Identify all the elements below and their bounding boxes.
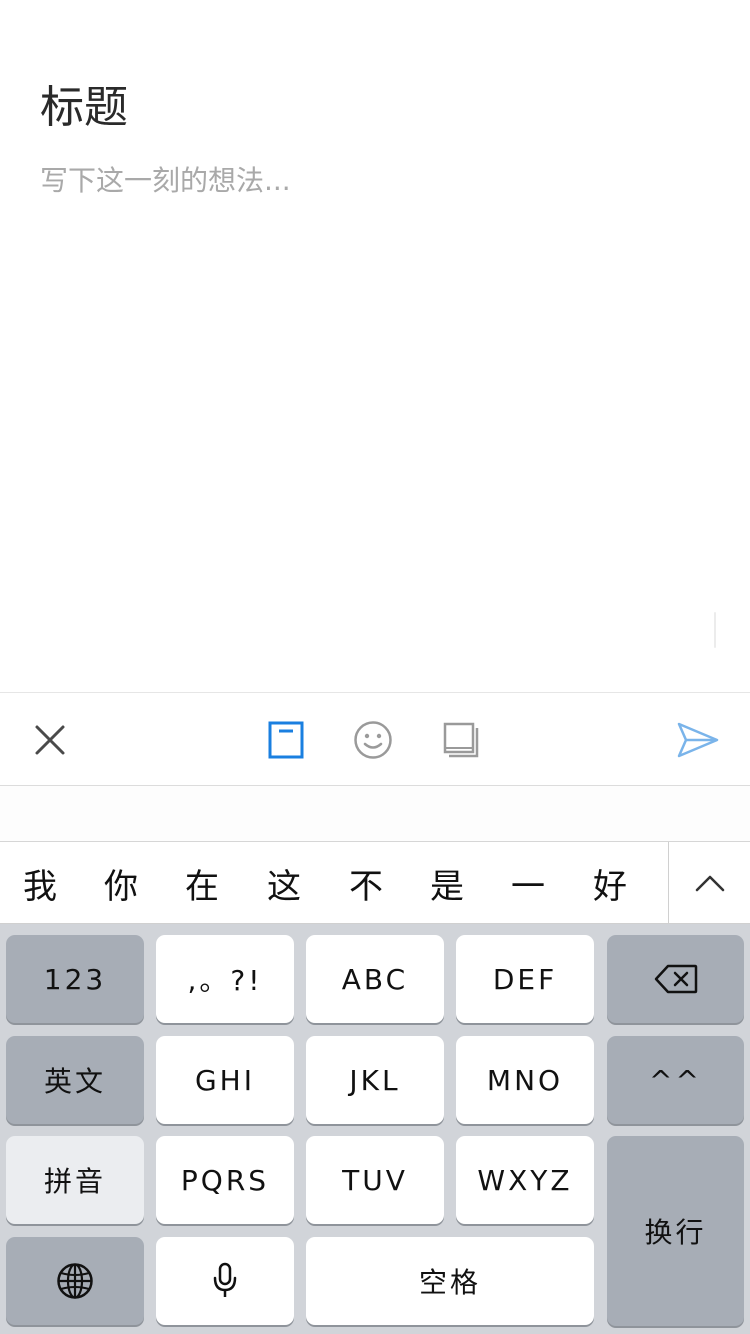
candidate-bar: 我 你 在 这 不 是 一 好 <box>0 842 750 924</box>
editor-area[interactable]: 标题 写下这一刻的想法... <box>0 0 750 692</box>
globe-icon <box>57 1263 93 1299</box>
globe-key[interactable] <box>6 1237 144 1325</box>
emoji-icon <box>354 721 392 759</box>
close-icon <box>35 725 65 755</box>
backspace-key[interactable] <box>607 935 744 1023</box>
emoji-button[interactable] <box>343 693 403 787</box>
candidate-item[interactable]: 我 <box>10 842 70 924</box>
key-pqrs[interactable]: PQRS <box>156 1136 294 1224</box>
key-mno[interactable]: MNO <box>456 1036 594 1124</box>
keyboard: 123 ,。?! ABC DEF 英文 GHI JKL MNO ^^ 拼音 PQ… <box>0 924 750 1334</box>
editor-toolbar <box>0 692 750 786</box>
book-icon <box>443 722 479 758</box>
candidate-item[interactable]: 在 <box>172 842 232 924</box>
microphone-icon <box>213 1262 237 1297</box>
title-field[interactable]: 标题 <box>40 80 128 136</box>
candidate-item[interactable]: 是 <box>417 842 477 924</box>
candidate-item[interactable]: 这 <box>254 842 314 924</box>
book-button[interactable] <box>431 693 491 787</box>
chevron-up-icon <box>695 875 724 892</box>
key-punctuation[interactable]: ,。?! <box>156 935 294 1023</box>
key-emoticon[interactable]: ^^ <box>607 1036 744 1124</box>
key-ghi[interactable]: GHI <box>156 1036 294 1124</box>
close-button[interactable] <box>20 693 80 787</box>
format-icon <box>268 721 304 759</box>
expand-candidates-button[interactable] <box>668 842 750 924</box>
send-icon <box>677 722 719 758</box>
candidate-item[interactable]: 你 <box>91 842 151 924</box>
key-english[interactable]: 英文 <box>6 1036 144 1124</box>
body-input[interactable]: 写下这一刻的想法... <box>40 163 291 199</box>
microphone-key[interactable] <box>156 1237 294 1325</box>
keyboard-top-strip <box>0 786 750 842</box>
space-key[interactable]: 空格 <box>306 1237 594 1325</box>
format-button[interactable] <box>256 693 316 787</box>
return-key[interactable]: 换行 <box>607 1136 744 1326</box>
key-jkl[interactable]: JKL <box>306 1036 444 1124</box>
candidate-item[interactable]: 好 <box>580 842 640 924</box>
candidate-item[interactable]: 一 <box>498 842 558 924</box>
key-abc[interactable]: ABC <box>306 935 444 1023</box>
send-button[interactable] <box>666 693 730 787</box>
scroll-indicator <box>714 612 716 648</box>
key-pinyin[interactable]: 拼音 <box>6 1136 144 1224</box>
candidate-item[interactable]: 不 <box>336 842 396 924</box>
key-wxyz[interactable]: WXYZ <box>456 1136 594 1224</box>
key-tuv[interactable]: TUV <box>306 1136 444 1224</box>
key-def[interactable]: DEF <box>456 935 594 1023</box>
key-123[interactable]: 123 <box>6 935 144 1023</box>
backspace-icon <box>654 964 697 994</box>
